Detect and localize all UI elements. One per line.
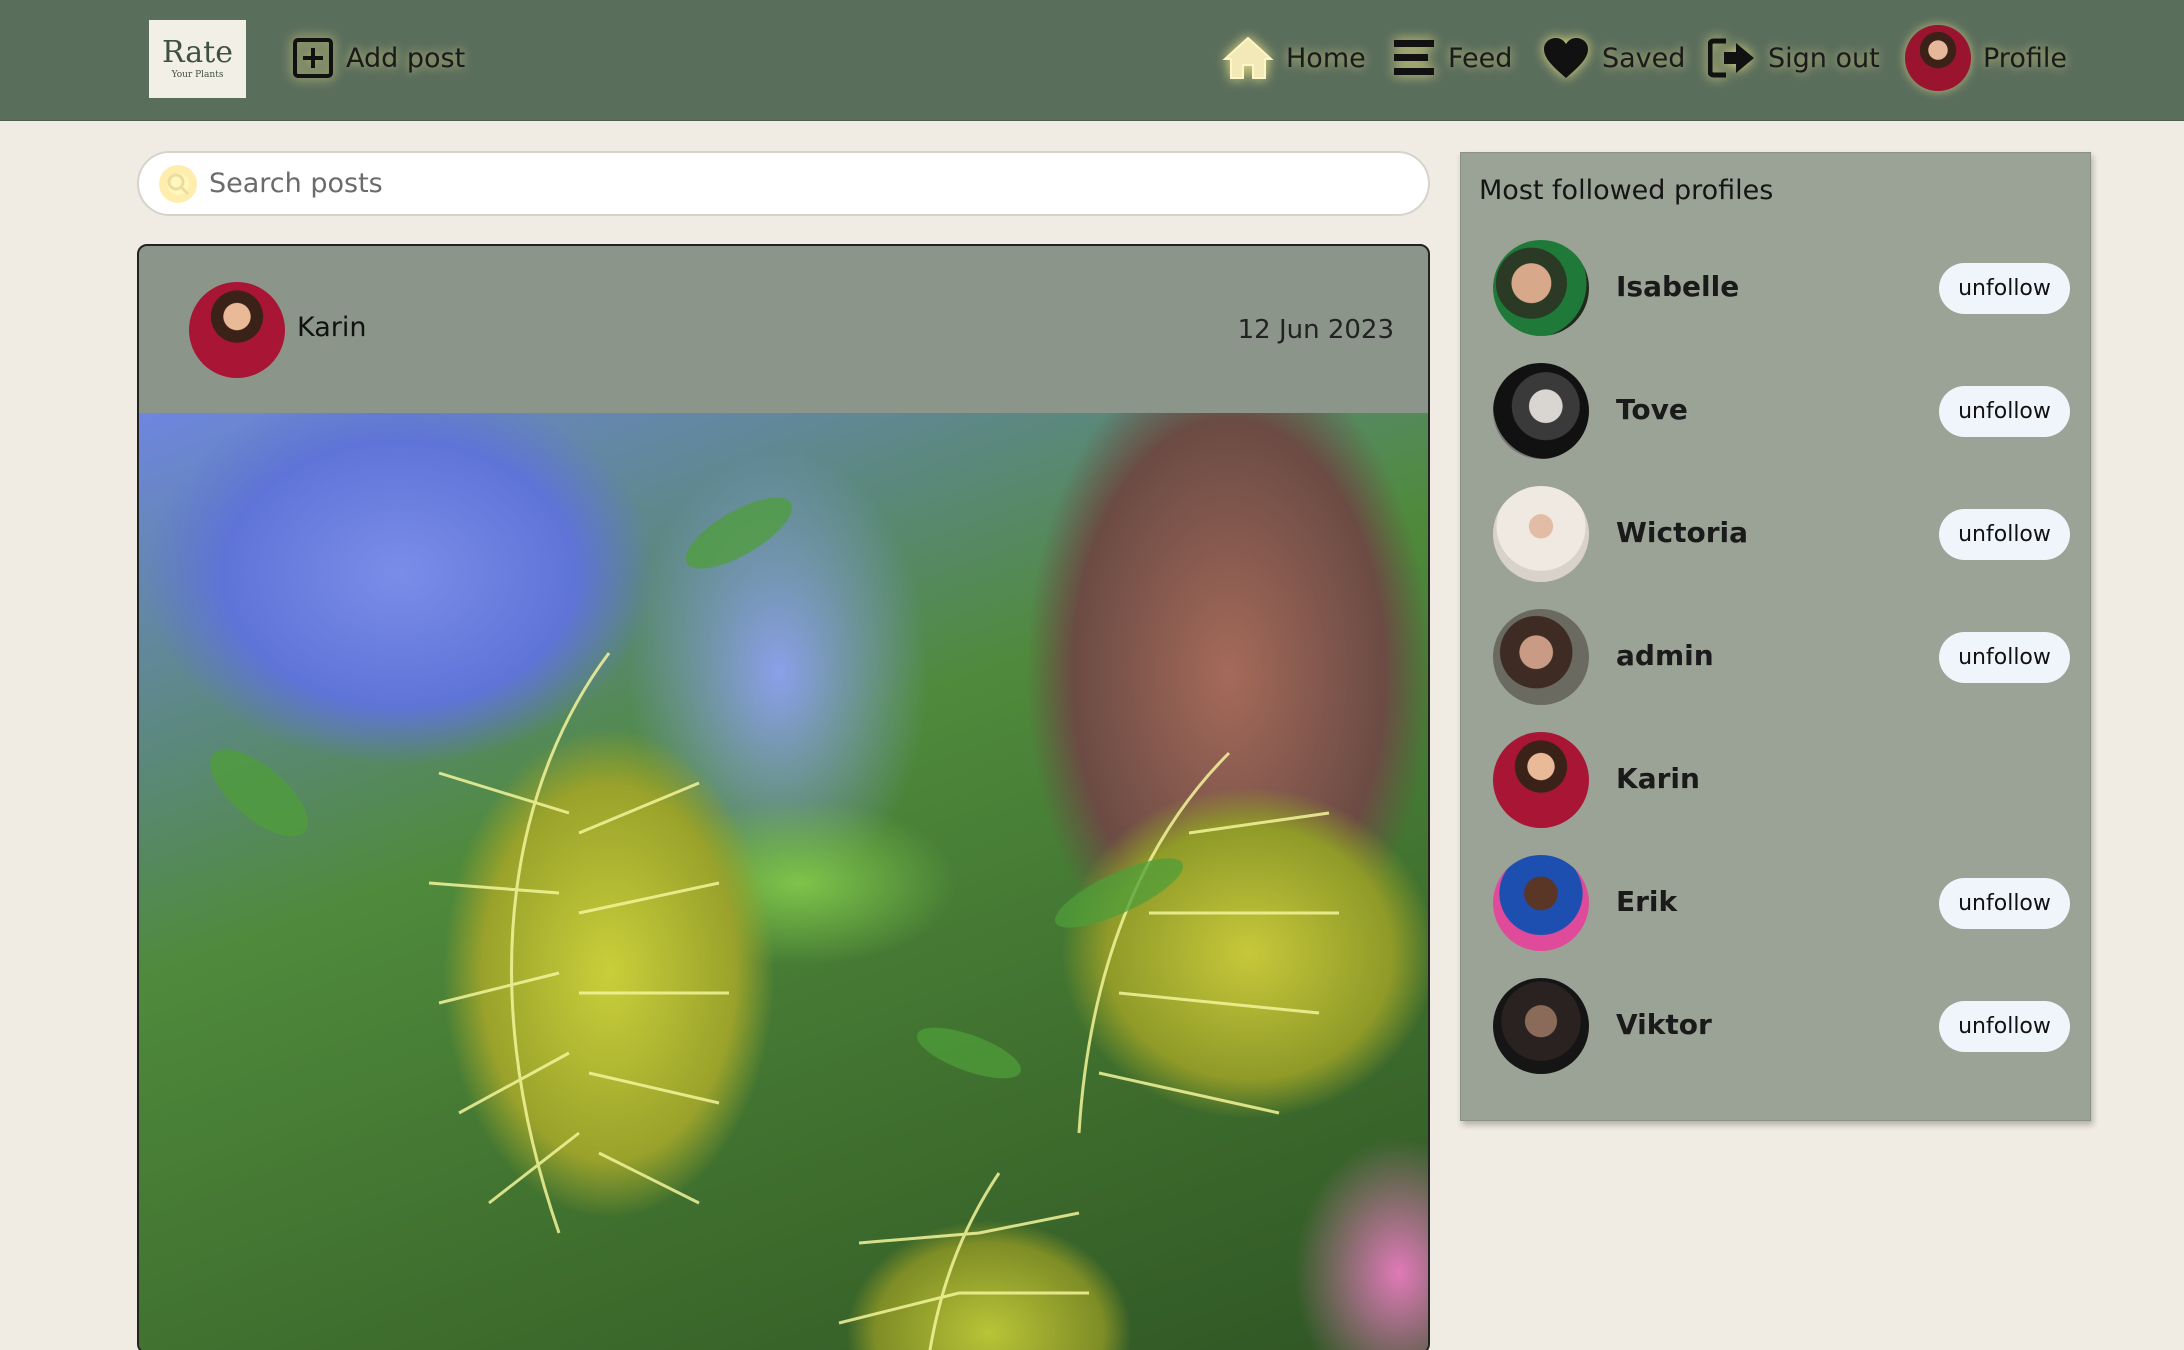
- avatar[interactable]: [1493, 486, 1589, 582]
- nav-saved[interactable]: Saved: [1542, 26, 1685, 90]
- nav-home[interactable]: Home: [1222, 26, 1366, 90]
- profile-name[interactable]: Wictoria: [1616, 516, 1748, 549]
- profile-name[interactable]: admin: [1616, 639, 1714, 672]
- home-icon: [1222, 35, 1274, 81]
- sign-out-icon: [1708, 37, 1756, 79]
- add-square-icon: [292, 37, 334, 79]
- unfollow-button[interactable]: unfollow: [1939, 263, 2070, 314]
- avatar[interactable]: [1493, 732, 1589, 828]
- search-bar: [137, 151, 1430, 216]
- profile-row-erik[interactable]: Erik unfollow: [1461, 855, 2090, 951]
- profile-row-isabelle[interactable]: Isabelle unfollow: [1461, 240, 2090, 336]
- profile-row-admin[interactable]: admin unfollow: [1461, 609, 2090, 705]
- post-author[interactable]: Karin: [297, 312, 367, 343]
- avatar[interactable]: [1493, 855, 1589, 951]
- profile-name[interactable]: Viktor: [1616, 1008, 1712, 1041]
- search-input[interactable]: [209, 168, 1359, 199]
- site-logo[interactable]: Rate Your Plants: [149, 20, 246, 98]
- profile-name[interactable]: Erik: [1616, 885, 1677, 918]
- profile-label: Profile: [1983, 42, 2067, 74]
- nav-sign-out[interactable]: Sign out: [1708, 26, 1880, 90]
- avatar[interactable]: [1493, 363, 1589, 459]
- logo-subtitle: Your Plants: [171, 70, 224, 80]
- post-image[interactable]: [139, 413, 1428, 1350]
- post-author-avatar[interactable]: [189, 282, 285, 378]
- unfollow-button[interactable]: unfollow: [1939, 1001, 2070, 1052]
- post-date: 12 Jun 2023: [1237, 315, 1394, 345]
- profile-row-tove[interactable]: Tove unfollow: [1461, 363, 2090, 459]
- most-followed-sidebar: Most followed profiles Isabelle unfollow…: [1460, 152, 2091, 1121]
- feed-menu-icon: [1392, 36, 1436, 80]
- sign-out-label: Sign out: [1768, 42, 1880, 74]
- profile-row-karin[interactable]: Karin: [1461, 732, 2090, 828]
- plant-leaves-illustration: [210, 497, 1339, 1350]
- nav-profile[interactable]: Profile: [1905, 25, 2067, 91]
- profile-name[interactable]: Karin: [1616, 762, 1700, 795]
- profile-row-wictoria[interactable]: Wictoria unfollow: [1461, 486, 2090, 582]
- feed-label: Feed: [1448, 42, 1513, 74]
- add-post-link[interactable]: Add post: [292, 26, 465, 90]
- unfollow-button[interactable]: unfollow: [1939, 878, 2070, 929]
- unfollow-button[interactable]: unfollow: [1939, 509, 2070, 560]
- profile-avatar: [1905, 25, 1971, 91]
- nav-feed[interactable]: Feed: [1392, 26, 1512, 90]
- unfollow-button[interactable]: unfollow: [1939, 386, 2070, 437]
- add-post-label: Add post: [346, 42, 466, 74]
- profile-row-viktor[interactable]: Viktor unfollow: [1461, 978, 2090, 1074]
- heart-icon: [1542, 36, 1590, 80]
- post-card: Karin 12 Jun 2023: [137, 244, 1430, 1350]
- logo-title: Rate: [162, 35, 233, 70]
- unfollow-button[interactable]: unfollow: [1939, 632, 2070, 683]
- top-navbar: Rate Your Plants Add post Home Feed Save…: [0, 0, 2184, 121]
- post-header: Karin 12 Jun 2023: [139, 246, 1428, 413]
- profile-name[interactable]: Tove: [1616, 393, 1688, 426]
- avatar[interactable]: [1493, 609, 1589, 705]
- avatar[interactable]: [1493, 240, 1589, 336]
- home-label: Home: [1286, 42, 1366, 74]
- profile-name[interactable]: Isabelle: [1616, 270, 1739, 303]
- saved-label: Saved: [1602, 42, 1686, 74]
- avatar[interactable]: [1493, 978, 1589, 1074]
- search-icon: [159, 164, 197, 203]
- sidebar-title: Most followed profiles: [1479, 175, 1774, 206]
